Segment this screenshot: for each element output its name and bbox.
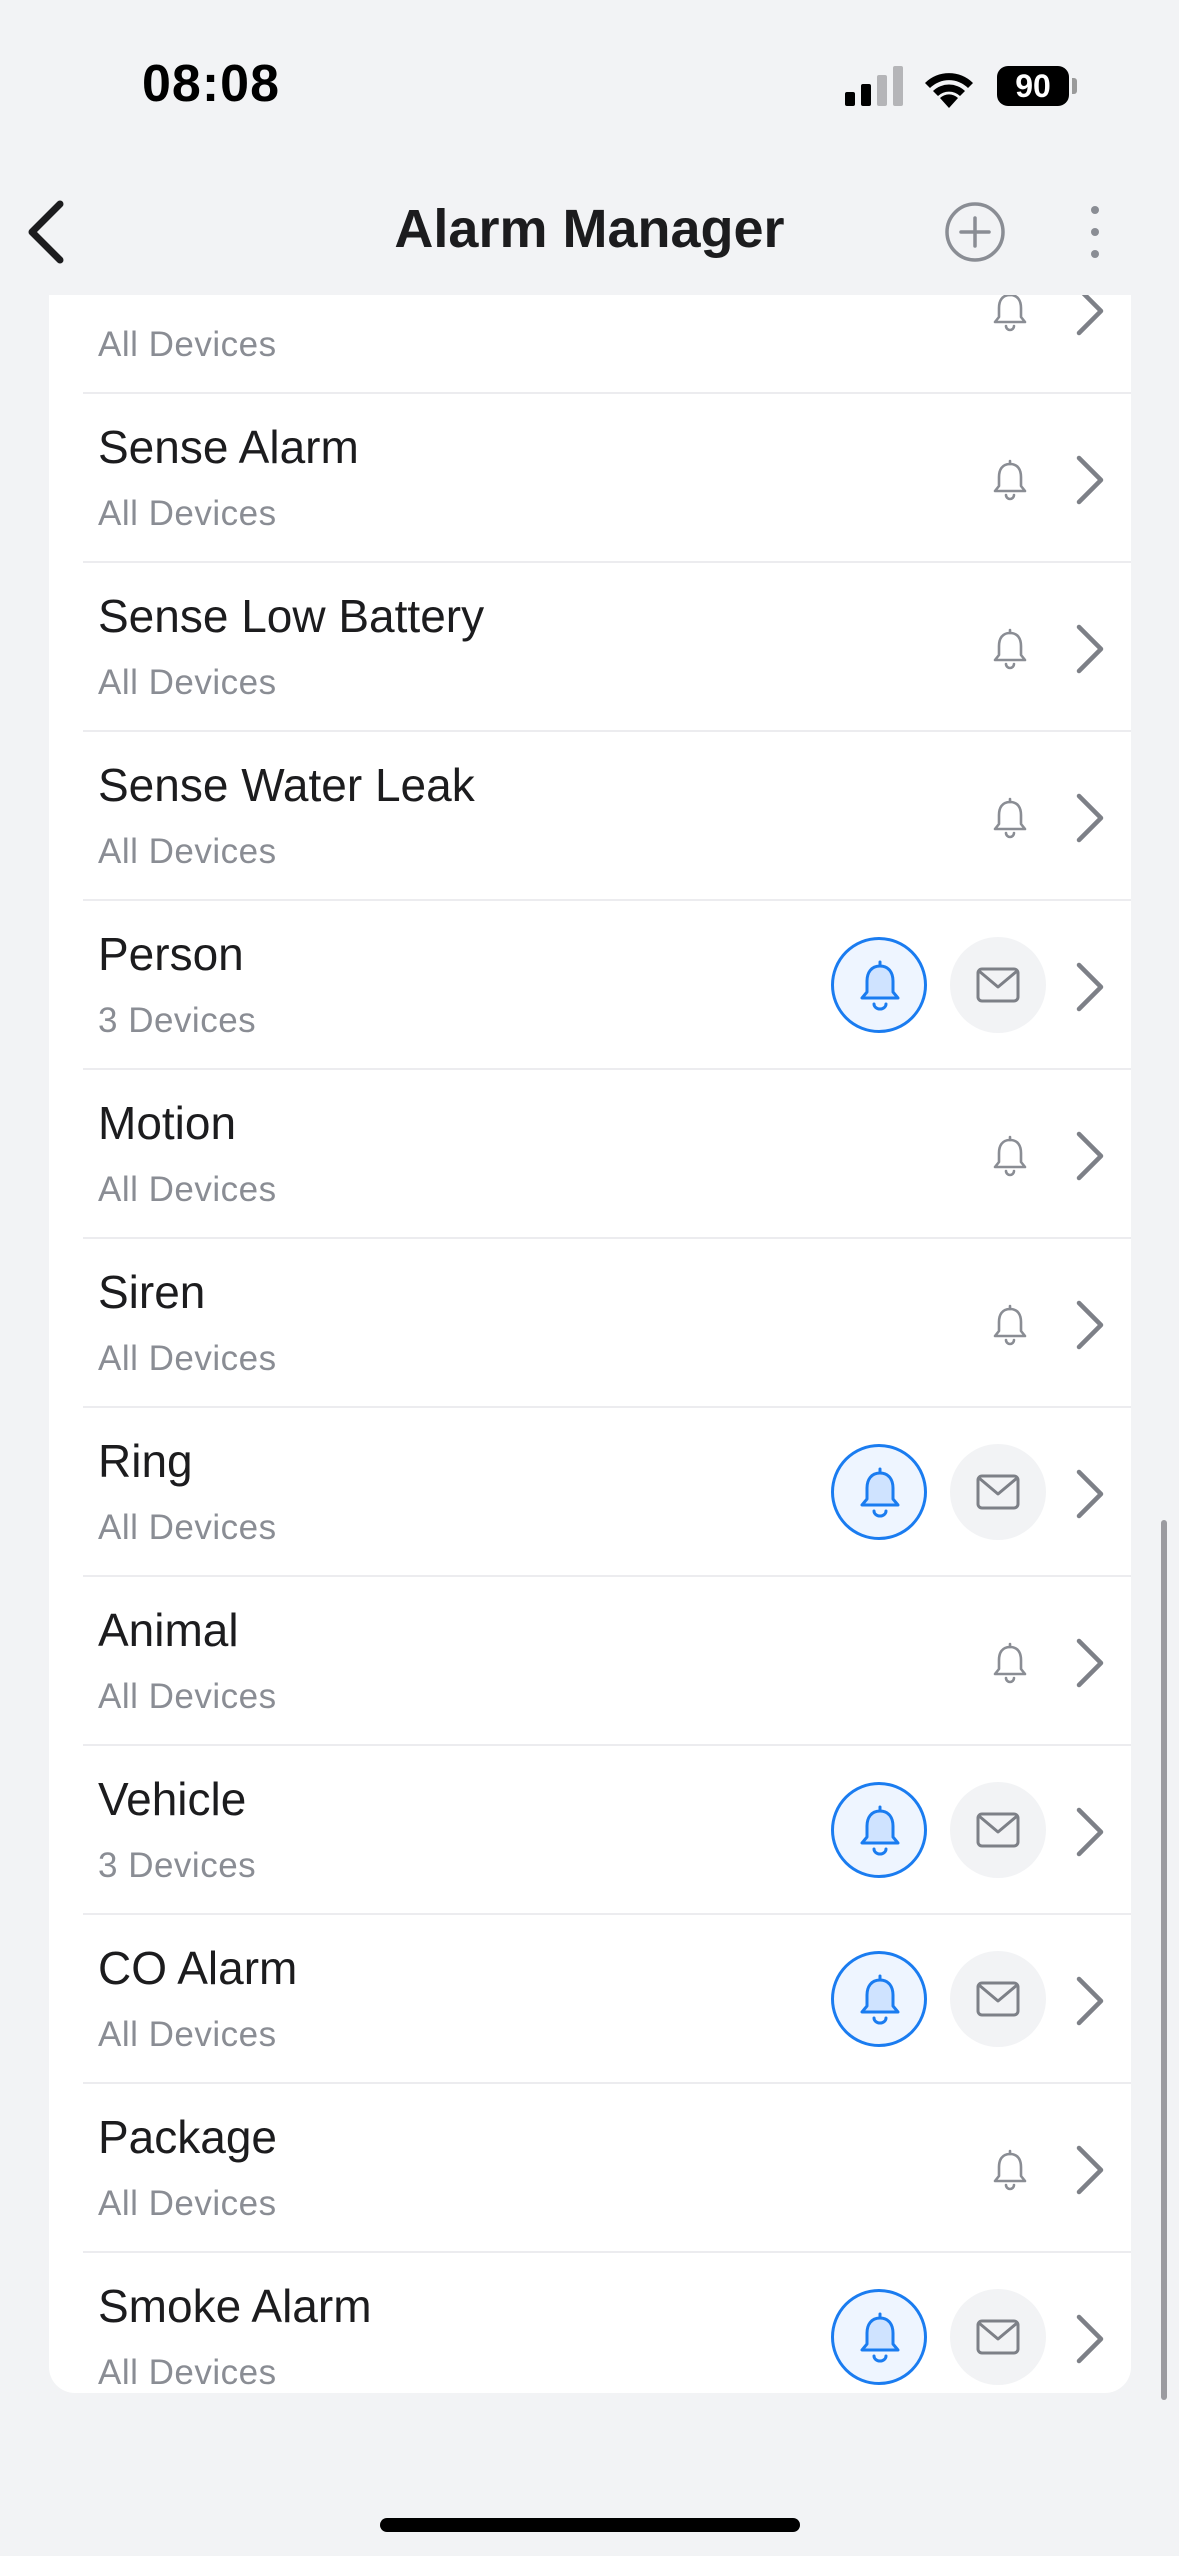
alarm-list-item[interactable]: Motion All Devices xyxy=(83,1070,1131,1239)
mail-icon xyxy=(976,967,1020,1003)
email-notification-toggle[interactable] xyxy=(950,1782,1046,1878)
chevron-right-icon xyxy=(1076,962,1104,1012)
battery-level: 90 xyxy=(997,66,1069,106)
email-notification-toggle[interactable] xyxy=(950,937,1046,1033)
bell-icon xyxy=(860,2312,900,2363)
status-bar: 08:08 90 xyxy=(0,0,1179,170)
alarm-device-scope: All Devices xyxy=(98,2353,277,2392)
alarm-device-scope: All Devices xyxy=(98,2184,277,2223)
alarm-title: Package xyxy=(98,2111,278,2163)
chevron-right-icon xyxy=(1076,624,1104,674)
push-notification-toggle[interactable] xyxy=(831,1951,927,2047)
alarm-title: Sense Low Battery xyxy=(98,590,485,642)
status-time: 08:08 xyxy=(142,55,280,113)
alarm-list-item[interactable]: Sense Low Battery All Devices xyxy=(83,563,1131,732)
wifi-icon xyxy=(925,73,973,108)
chevron-right-icon xyxy=(1076,2314,1104,2364)
bell-icon xyxy=(860,1974,900,2025)
mail-icon xyxy=(976,1474,1020,1510)
nav-bar: Alarm Manager xyxy=(0,170,1179,295)
bell-icon[interactable] xyxy=(988,1134,1032,1178)
chevron-right-icon xyxy=(1076,1300,1104,1350)
alarm-title: Vehicle xyxy=(98,1773,247,1825)
alarm-device-scope: All Devices xyxy=(98,1677,277,1716)
alarm-device-scope: All Devices xyxy=(98,1339,277,1378)
push-notification-toggle[interactable] xyxy=(831,2289,927,2385)
push-notification-toggle[interactable] xyxy=(831,1782,927,1878)
bell-icon xyxy=(860,1805,900,1856)
bell-icon xyxy=(860,960,900,1011)
chevron-right-icon xyxy=(1076,1131,1104,1181)
bell-icon[interactable] xyxy=(988,627,1032,671)
alarm-list-card: All Devices Sense Alarm All Devices Sense… xyxy=(49,295,1131,2393)
mail-icon xyxy=(976,2319,1020,2355)
alarm-list-item[interactable]: Person 3 Devices xyxy=(83,901,1131,1070)
alarm-title: Motion xyxy=(98,1097,237,1149)
bell-icon[interactable] xyxy=(988,796,1032,840)
bell-icon[interactable] xyxy=(988,1303,1032,1347)
home-indicator[interactable] xyxy=(380,2518,800,2532)
alarm-title: Sense Water Leak xyxy=(98,759,475,811)
mail-icon xyxy=(976,1812,1020,1848)
chevron-right-icon xyxy=(1076,793,1104,843)
alarm-title: CO Alarm xyxy=(98,1942,298,1994)
more-options-button[interactable] xyxy=(1080,200,1110,264)
alarm-device-scope: 3 Devices xyxy=(98,1846,257,1885)
alarm-list-item[interactable]: Animal All Devices xyxy=(83,1577,1131,1746)
alarm-title: Sense Alarm xyxy=(98,421,359,473)
alarm-list-item[interactable]: All Devices xyxy=(83,295,1131,394)
chevron-right-icon xyxy=(1076,455,1104,505)
alarm-list[interactable]: All Devices Sense Alarm All Devices Sense… xyxy=(49,295,1131,2393)
push-notification-toggle[interactable] xyxy=(831,937,927,1033)
alarm-title: Ring xyxy=(98,1435,193,1487)
cellular-signal-icon xyxy=(845,66,903,106)
alarm-list-item[interactable]: Sense Alarm All Devices xyxy=(83,394,1131,563)
alarm-list-item[interactable]: CO Alarm All Devices xyxy=(83,1915,1131,2084)
bell-icon[interactable] xyxy=(988,295,1032,333)
alarm-list-item[interactable]: Ring All Devices xyxy=(83,1408,1131,1577)
alarm-title: Smoke Alarm xyxy=(98,2280,372,2332)
bell-icon[interactable] xyxy=(988,1641,1032,1685)
bell-icon[interactable] xyxy=(988,458,1032,502)
alarm-title: Siren xyxy=(98,1266,206,1318)
alarm-title: Animal xyxy=(98,1604,239,1656)
chevron-right-icon xyxy=(1076,2145,1104,2195)
alarm-device-scope: All Devices xyxy=(98,325,277,364)
chevron-right-icon xyxy=(1076,1469,1104,1519)
alarm-device-scope: All Devices xyxy=(98,2015,277,2054)
chevron-right-icon xyxy=(1076,1976,1104,2026)
alarm-device-scope: All Devices xyxy=(98,1170,277,1209)
alarm-device-scope: All Devices xyxy=(98,494,277,533)
email-notification-toggle[interactable] xyxy=(950,1951,1046,2047)
alarm-device-scope: All Devices xyxy=(98,832,277,871)
chevron-right-icon xyxy=(1076,1807,1104,1857)
alarm-list-item[interactable]: Vehicle 3 Devices xyxy=(83,1746,1131,1915)
mail-icon xyxy=(976,1981,1020,2017)
push-notification-toggle[interactable] xyxy=(831,1444,927,1540)
alarm-list-item[interactable]: Smoke Alarm All Devices xyxy=(83,2253,1131,2393)
alarm-list-item[interactable]: Sense Water Leak All Devices xyxy=(83,732,1131,901)
alarm-title: Person xyxy=(98,928,244,980)
chevron-right-icon xyxy=(1076,295,1104,336)
alarm-list-item[interactable]: Package All Devices xyxy=(83,2084,1131,2253)
battery-icon: 90 xyxy=(997,66,1077,106)
email-notification-toggle[interactable] xyxy=(950,2289,1046,2385)
scrollbar[interactable] xyxy=(1161,1520,1167,2400)
alarm-device-scope: 3 Devices xyxy=(98,1001,257,1040)
email-notification-toggle[interactable] xyxy=(950,1444,1046,1540)
alarm-list-item[interactable]: Siren All Devices xyxy=(83,1239,1131,1408)
bell-icon xyxy=(860,1467,900,1518)
bell-icon[interactable] xyxy=(988,2148,1032,2192)
chevron-right-icon xyxy=(1076,1638,1104,1688)
add-alarm-button[interactable] xyxy=(943,200,1007,264)
alarm-device-scope: All Devices xyxy=(98,663,277,702)
alarm-device-scope: All Devices xyxy=(98,1508,277,1547)
